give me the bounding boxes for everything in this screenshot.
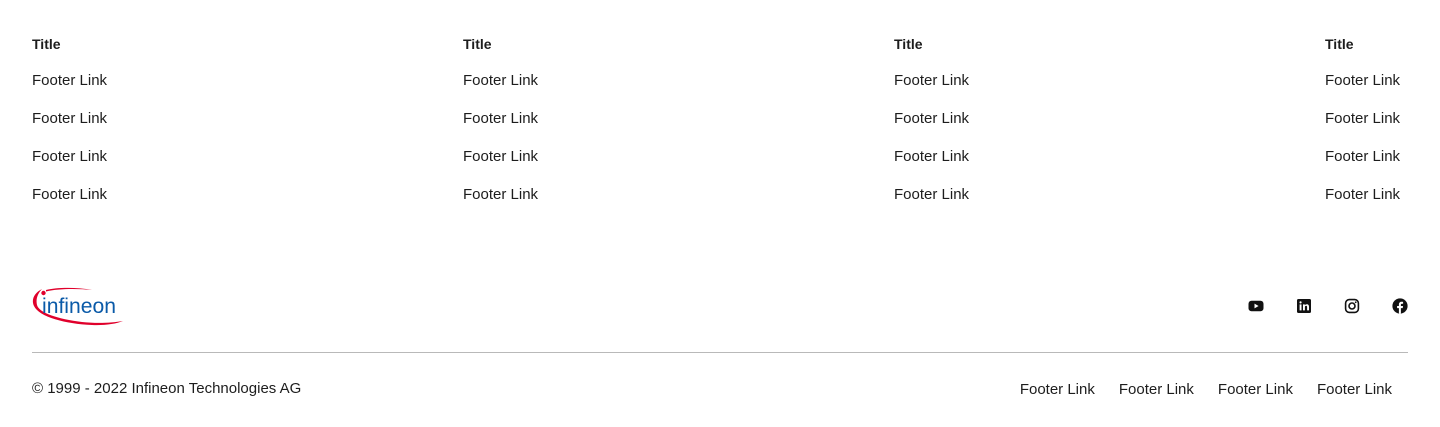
footer-link[interactable]: Footer Link <box>32 73 107 89</box>
footer-link[interactable]: Footer Link <box>894 111 969 127</box>
legal-link[interactable]: Footer Link <box>1119 381 1194 399</box>
footer-column-1: Title Footer Link Footer Link Footer Lin… <box>32 36 107 203</box>
footer-link-list: Footer Link Footer Link Footer Link Foot… <box>1325 73 1400 203</box>
footer-link-list: Footer Link Footer Link Footer Link Foot… <box>32 73 107 203</box>
footer-link[interactable]: Footer Link <box>1325 73 1400 89</box>
footer-link[interactable]: Footer Link <box>32 187 107 203</box>
legal-link[interactable]: Footer Link <box>1317 381 1392 399</box>
footer-link-list: Footer Link Footer Link Footer Link Foot… <box>894 73 969 203</box>
footer-column-3: Title Footer Link Footer Link Footer Lin… <box>894 36 969 203</box>
site-footer: Title Footer Link Footer Link Footer Lin… <box>32 0 1408 427</box>
footer-link[interactable]: Footer Link <box>463 187 538 203</box>
footer-link[interactable]: Footer Link <box>463 111 538 127</box>
footer-link[interactable]: Footer Link <box>1325 149 1400 165</box>
instagram-icon[interactable] <box>1344 298 1360 314</box>
copyright-text: © 1999 - 2022 Infineon Technologies AG <box>32 380 302 397</box>
footer-divider <box>32 352 1408 353</box>
infineon-logo[interactable]: infineon <box>32 286 124 330</box>
logo-text: infineon <box>42 295 116 318</box>
infineon-logo-graphic: infineon <box>32 287 123 326</box>
legal-link[interactable]: Footer Link <box>1218 381 1293 399</box>
footer-link[interactable]: Footer Link <box>1325 111 1400 127</box>
footer-link[interactable]: Footer Link <box>32 149 107 165</box>
linkedin-icon[interactable] <box>1296 298 1312 314</box>
footer-link[interactable]: Footer Link <box>894 149 969 165</box>
footer-column-title: Title <box>463 36 492 52</box>
footer-column-4: Title Footer Link Footer Link Footer Lin… <box>1325 36 1400 203</box>
footer-column-title: Title <box>32 36 61 52</box>
facebook-icon[interactable] <box>1392 298 1408 314</box>
footer-column-title: Title <box>894 36 923 52</box>
social-links <box>1248 298 1408 318</box>
footer-link[interactable]: Footer Link <box>32 111 107 127</box>
legal-links: Footer Link Footer Link Footer Link Foot… <box>1020 381 1392 399</box>
footer-link[interactable]: Footer Link <box>1325 187 1400 203</box>
youtube-icon[interactable] <box>1248 298 1264 314</box>
footer-link-list: Footer Link Footer Link Footer Link Foot… <box>463 73 538 203</box>
legal-link[interactable]: Footer Link <box>1020 381 1095 399</box>
footer-link[interactable]: Footer Link <box>894 187 969 203</box>
footer-link[interactable]: Footer Link <box>463 149 538 165</box>
footer-column-title: Title <box>1325 36 1354 52</box>
footer-link[interactable]: Footer Link <box>463 73 538 89</box>
footer-column-2: Title Footer Link Footer Link Footer Lin… <box>463 36 538 203</box>
footer-link[interactable]: Footer Link <box>894 73 969 89</box>
